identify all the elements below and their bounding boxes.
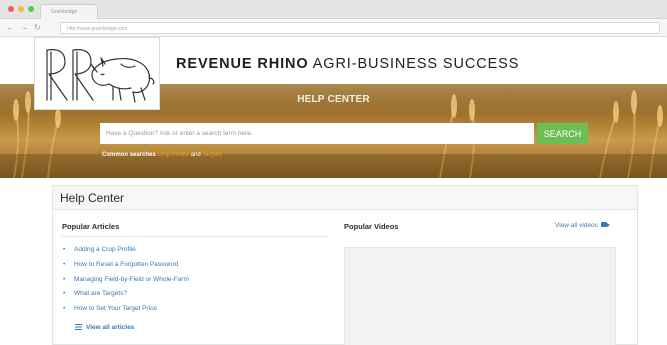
help-search-input[interactable] [100, 123, 534, 144]
bullet-icon: • [63, 260, 66, 268]
minimize-window-icon[interactable] [18, 6, 24, 12]
view-all-articles-link[interactable]: View all articles [75, 324, 134, 331]
brand-bold-text: REVENUE RHINO [176, 56, 309, 72]
common-searches-joiner: and [189, 152, 203, 158]
article-link[interactable]: • Adding a Crop Profile [63, 246, 189, 261]
help-center-panel: Help Center Popular Articles • Adding a C… [52, 185, 638, 345]
reload-icon[interactable]: ↻ [34, 23, 41, 32]
video-camera-icon [600, 222, 610, 227]
articles-divider [61, 236, 329, 237]
bullet-icon: • [63, 275, 66, 283]
browser-tab[interactable]: Grainbridge [40, 4, 98, 19]
common-search-link-crop-profile[interactable]: Crop Profile [157, 152, 189, 158]
bullet-icon: • [63, 246, 66, 253]
panel-header: Help Center [53, 186, 637, 210]
panel-title: Help Center [60, 191, 125, 205]
article-link-label: What are Targets? [74, 290, 127, 298]
brand-rest-text: AGRI-BUSINESS SUCCESS [308, 56, 520, 72]
list-icon [75, 324, 82, 330]
bullet-icon: • [63, 305, 66, 313]
address-bar[interactable]: http://www.grainbridge.com [60, 22, 660, 34]
bullet-icon: • [63, 290, 66, 298]
article-link[interactable]: • How to Set Your Target Price [63, 305, 189, 320]
common-searches: Common searches Crop Profile and Targets [102, 152, 222, 158]
article-link[interactable]: • Managing Field-by-Field or Whole-Farm [63, 276, 189, 291]
browser-toolbar: ← → ↻ http://www.grainbridge.com [0, 19, 667, 37]
view-all-videos-label: View all videos [555, 222, 598, 229]
back-arrow-icon[interactable]: ← [6, 23, 14, 32]
common-searches-label: Common searches [102, 152, 156, 158]
article-link-label: How to Reset a Forgotten Password [74, 260, 179, 268]
popular-articles-heading: Popular Articles [62, 222, 120, 231]
video-player-placeholder[interactable] [344, 247, 616, 345]
article-link-label: Managing Field-by-Field or Whole-Farm [74, 275, 189, 283]
close-window-icon[interactable] [8, 6, 14, 12]
maximize-window-icon[interactable] [28, 6, 34, 12]
rhino-logo-icon [46, 49, 155, 103]
common-search-link-targets[interactable]: Targets [202, 152, 222, 158]
article-link[interactable]: • What are Targets? [63, 290, 189, 305]
revenue-rhino-logo[interactable] [34, 37, 160, 110]
article-link-label: How to Set Your Target Price [74, 305, 157, 313]
view-all-articles-label: View all articles [86, 324, 135, 331]
popular-articles-list: • Adding a Crop Profile • How to Reset a F… [63, 246, 189, 320]
search-button[interactable]: SEARCH [537, 123, 588, 144]
popular-videos-heading: Popular Videos [344, 222, 399, 231]
site-brand-title: REVENUE RHINO AGRI-BUSINESS SUCCESS [176, 56, 519, 72]
article-link-label: Adding a Crop Profile [74, 246, 136, 253]
forward-arrow-icon[interactable]: → [20, 23, 28, 32]
article-link[interactable]: • How to Reset a Forgotten Password [63, 261, 189, 276]
view-all-videos-link[interactable]: View all videos [555, 222, 610, 229]
browser-titlebar: Grainbridge [0, 0, 667, 19]
